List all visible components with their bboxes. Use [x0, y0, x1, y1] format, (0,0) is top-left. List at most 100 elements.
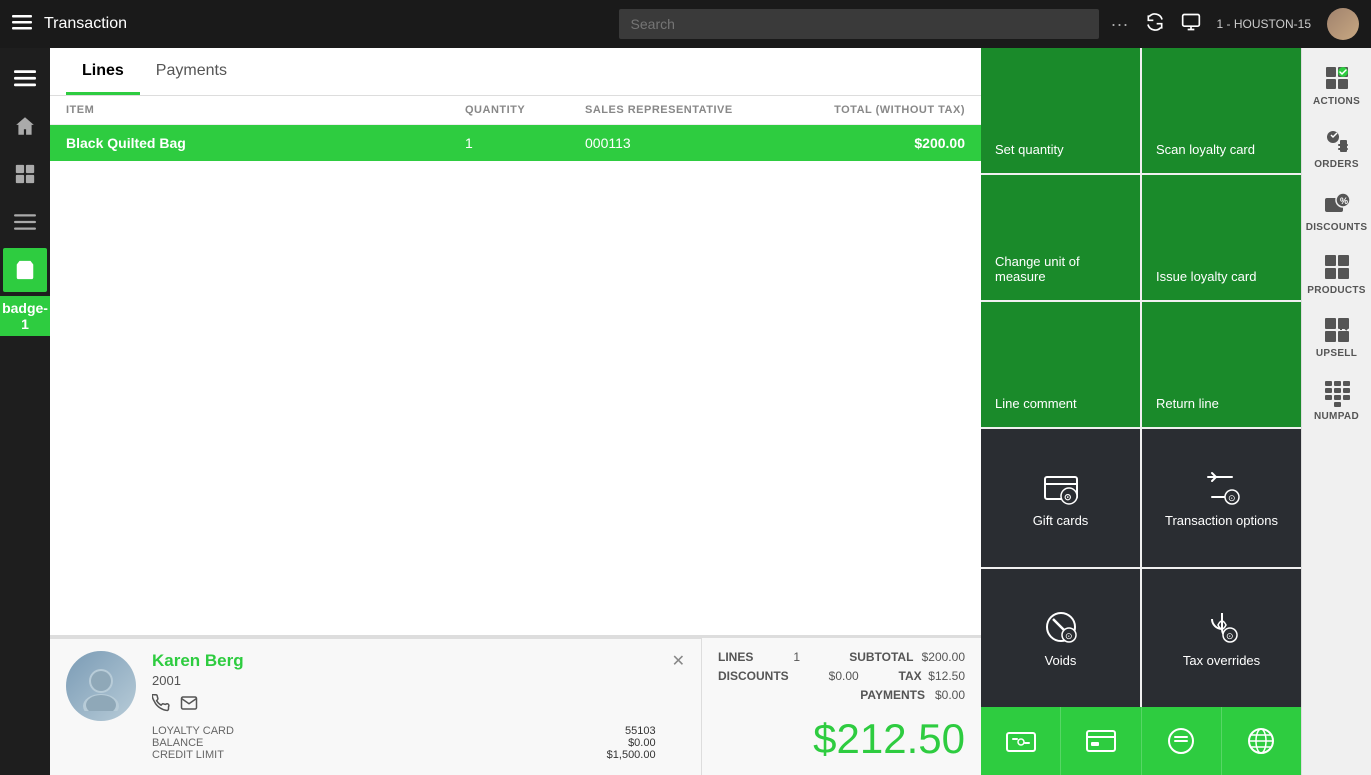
- card-button[interactable]: [1061, 707, 1141, 775]
- left-sidebar: badge-1: [0, 48, 50, 775]
- balance-label: BALANCE: [152, 737, 203, 749]
- tax-overrides-icon: ⊙: [1204, 609, 1240, 645]
- actions-icon: [1323, 64, 1351, 92]
- exact-icon: [1165, 725, 1197, 757]
- center-bottom: Karen Berg 2001 LOYALTY CARD: [50, 635, 981, 775]
- credit-limit-value: $1,500.00: [607, 749, 656, 761]
- row-quantity: 1: [465, 135, 585, 151]
- actions-label: ACTIONS: [1313, 96, 1360, 107]
- col-item: ITEM: [66, 104, 465, 116]
- tax-label: TAX: [899, 669, 922, 683]
- sidebar-item-list[interactable]: [3, 200, 47, 244]
- web-icon: [1245, 725, 1277, 757]
- sidebar-item-home[interactable]: [3, 104, 47, 148]
- balance-value: $0.00: [628, 737, 656, 749]
- col-sales-rep: SALES REPRESENTATIVE: [585, 104, 785, 116]
- customer-id: 2001: [152, 673, 656, 688]
- payments-value: $0.00: [935, 688, 965, 702]
- table-row[interactable]: Black Quilted Bag 1 000113 $200.00: [50, 125, 981, 161]
- lines-value: 1: [793, 650, 800, 664]
- upsell-icon: [1323, 316, 1351, 344]
- close-customer-button[interactable]: ✕: [672, 651, 685, 671]
- svg-text:⊙: ⊙: [1228, 493, 1236, 503]
- row-total: $200.00: [785, 135, 965, 151]
- sidebar-item-cart[interactable]: [3, 248, 47, 292]
- actions-button[interactable]: ACTIONS: [1306, 56, 1368, 115]
- change-unit-of-measure-button[interactable]: Change unit of measure: [981, 175, 1140, 300]
- avatar[interactable]: [1327, 8, 1359, 40]
- issue-loyalty-card-button[interactable]: Issue loyalty card: [1142, 175, 1301, 300]
- sidebar-item-menu[interactable]: [3, 56, 47, 100]
- transaction-options-icon: ⊙: [1204, 469, 1240, 505]
- customer-name: Karen Berg: [152, 651, 656, 671]
- products-icon: [1323, 253, 1351, 281]
- products-button[interactable]: PRODUCTS: [1306, 245, 1368, 304]
- customer-contacts: [152, 694, 656, 717]
- svg-text:⊙: ⊙: [1065, 631, 1073, 641]
- far-right-sidebar: ACTIONS ORDERS % DISCOUNTS: [1301, 48, 1371, 775]
- hamburger-icon[interactable]: [12, 12, 32, 37]
- line-comment-button[interactable]: Line comment: [981, 302, 1140, 427]
- totals-panel: LINES 1 SUBTOTAL $200.00 DISCOUNTS $0.00…: [701, 637, 981, 775]
- svg-text:⊙: ⊙: [1064, 492, 1072, 502]
- refresh-icon[interactable]: [1145, 12, 1165, 37]
- gift-cards-button[interactable]: ⊙ Gift cards: [981, 429, 1140, 567]
- more-icon[interactable]: ···: [1111, 14, 1129, 35]
- transaction-options-button[interactable]: ⊙ Transaction options: [1142, 429, 1301, 567]
- numpad-label: NUMPAD: [1314, 411, 1359, 422]
- tax-value: $12.50: [928, 669, 965, 683]
- customer-panel: Karen Berg 2001 LOYALTY CARD: [50, 638, 701, 773]
- voids-icon: ⊙: [1043, 609, 1079, 645]
- exact-button[interactable]: [1142, 707, 1222, 775]
- tax-overrides-button[interactable]: ⊙ Tax overrides: [1142, 569, 1301, 707]
- upsell-label: UPSELL: [1316, 348, 1357, 359]
- lines-label: LINES: [718, 650, 753, 664]
- subtotal-value: $200.00: [922, 650, 965, 664]
- col-total: TOTAL (WITHOUT TAX): [785, 104, 965, 116]
- svg-text:%: %: [1340, 196, 1348, 206]
- page-title: Transaction: [44, 15, 607, 33]
- top-bar-icons: ··· 1 - HOUSTON-15: [1111, 8, 1359, 40]
- set-quantity-button[interactable]: Set quantity: [981, 48, 1140, 173]
- center-content: Lines Payments ITEM QUANTITY SALES REPRE…: [50, 48, 981, 775]
- return-line-button[interactable]: Return line: [1142, 302, 1301, 427]
- customer-avatar: [66, 651, 136, 721]
- customer-info: Karen Berg 2001 LOYALTY CARD: [152, 651, 656, 761]
- subtotal-label: SUBTOTAL: [849, 650, 913, 664]
- numpad-icon: [1323, 379, 1351, 407]
- gift-card-icon: ⊙: [1043, 469, 1079, 505]
- email-icon[interactable]: [180, 694, 198, 717]
- transaction-badge[interactable]: badge-1: [0, 296, 56, 336]
- transaction-table: ITEM QUANTITY SALES REPRESENTATIVE TOTAL…: [50, 96, 981, 635]
- search-input[interactable]: [619, 9, 1099, 39]
- tab-lines[interactable]: Lines: [66, 48, 140, 95]
- sidebar-item-catalog[interactable]: [3, 152, 47, 196]
- numpad-button[interactable]: NUMPAD: [1306, 371, 1368, 430]
- discounts-icon: %: [1323, 190, 1351, 218]
- action-grid: Set quantity Scan loyalty card Change un…: [981, 48, 1301, 707]
- loyalty-card-label: LOYALTY CARD: [152, 725, 234, 737]
- scan-loyalty-card-button[interactable]: Scan loyalty card: [1142, 48, 1301, 173]
- discounts-button[interactable]: % DISCOUNTS: [1306, 182, 1368, 241]
- cash-button[interactable]: [981, 707, 1061, 775]
- phone-icon[interactable]: [152, 694, 170, 717]
- table-header: ITEM QUANTITY SALES REPRESENTATIVE TOTAL…: [50, 96, 981, 125]
- web-button[interactable]: [1222, 707, 1301, 775]
- balance-field: BALANCE $0.00: [152, 737, 656, 749]
- voids-button[interactable]: ⊙ Voids: [981, 569, 1140, 707]
- screen-icon[interactable]: [1181, 12, 1201, 37]
- tab-payments[interactable]: Payments: [140, 48, 243, 95]
- amount-due-value: $212.50: [813, 715, 965, 763]
- upsell-button[interactable]: UPSELL: [1306, 308, 1368, 367]
- card-icon: [1085, 725, 1117, 757]
- payments-label: PAYMENTS: [860, 688, 925, 702]
- orders-button[interactable]: ORDERS: [1306, 119, 1368, 178]
- credit-limit-label: CREDIT LIMIT: [152, 749, 224, 761]
- credit-limit-field: CREDIT LIMIT $1,500.00: [152, 749, 656, 761]
- orders-label: ORDERS: [1314, 159, 1359, 170]
- discounts-value: $0.00: [829, 669, 859, 683]
- discounts-label: DISCOUNTS: [718, 669, 789, 683]
- row-item-name: Black Quilted Bag: [66, 135, 465, 151]
- discounts-label: DISCOUNTS: [1306, 222, 1368, 233]
- loyalty-card-value: 55103: [625, 725, 656, 737]
